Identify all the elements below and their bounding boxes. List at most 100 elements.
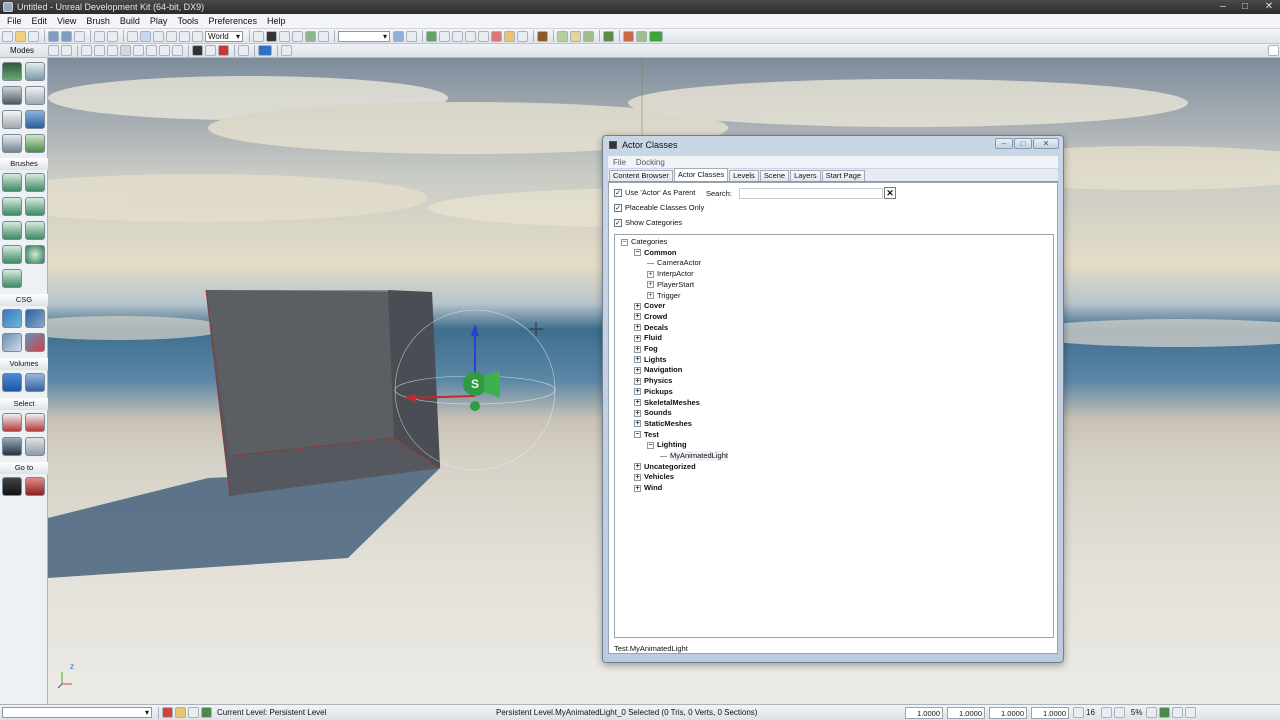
search-combo[interactable]: ▾	[338, 30, 390, 42]
show-flags-icon[interactable]	[205, 45, 216, 56]
build-paths-icon[interactable]	[465, 30, 476, 42]
tab-scene[interactable]: Scene	[759, 170, 790, 181]
tree-item[interactable]: + Crowd	[634, 312, 667, 322]
linear-stair-brush-button[interactable]	[2, 221, 22, 240]
search-input[interactable]	[739, 188, 883, 199]
drag-scale-y-field[interactable]: 1.0000	[947, 706, 985, 719]
brush-outline-icon[interactable]	[94, 45, 105, 56]
expand-icon[interactable]: +	[634, 377, 641, 385]
camera-mode-button[interactable]	[2, 62, 22, 81]
expand-icon[interactable]: +	[634, 399, 641, 406]
tab-layers[interactable]: Layers	[790, 170, 821, 181]
expand-icon[interactable]: +	[647, 281, 654, 289]
console-icon[interactable]	[603, 30, 614, 42]
brush-cube-icon[interactable]	[81, 45, 92, 56]
rotate-mode-icon[interactable]	[153, 30, 164, 42]
open-icon[interactable]	[15, 30, 26, 42]
realtime-icon[interactable]	[393, 30, 404, 42]
expand-icon[interactable]: +	[647, 270, 654, 278]
expand-icon[interactable]: +	[647, 292, 654, 299]
expand-icon[interactable]: +	[634, 420, 641, 428]
maximize-viewport-icon[interactable]	[238, 45, 249, 56]
tree-item[interactable]: + Uncategorized	[634, 462, 696, 472]
game-view-icon[interactable]	[192, 45, 203, 56]
placeable-classes-only-checkbox[interactable]: ✓	[614, 203, 622, 212]
menu-view[interactable]: View	[52, 14, 81, 29]
tree-item[interactable]: − Lighting	[647, 440, 687, 450]
translate-mode-icon[interactable]	[140, 30, 151, 42]
spiral-stair-brush-button[interactable]	[2, 245, 22, 264]
add-volume-button[interactable]	[2, 373, 22, 392]
build-geometry-icon[interactable]	[426, 30, 437, 42]
undo-icon[interactable]	[94, 30, 105, 42]
tree-item[interactable]: + Wind	[634, 483, 662, 493]
tree-item[interactable]: + Pickups	[634, 387, 673, 397]
move-mode-button[interactable]	[25, 86, 45, 105]
detail-lighting-icon[interactable]	[159, 45, 170, 56]
rotation-grid-icon[interactable]	[175, 707, 186, 718]
csg-intersect-button[interactable]	[2, 333, 22, 352]
redo-icon[interactable]	[107, 30, 118, 42]
save-all-icon[interactable]	[61, 30, 72, 42]
build-all-icon[interactable]	[491, 30, 502, 42]
statusbar-menu-icon[interactable]	[1185, 707, 1197, 718]
tree-item[interactable]: − Test	[634, 430, 659, 440]
tree-item[interactable]: + Fog	[634, 344, 658, 354]
tree-item[interactable]: + PlayerStart	[647, 280, 694, 290]
viewport-options-icon[interactable]	[1268, 45, 1279, 56]
use-actor-as-parent-checkbox[interactable]: ✓	[614, 188, 622, 197]
tree-item[interactable]: + Trigger	[647, 291, 680, 301]
foliage-mode-button[interactable]	[25, 134, 45, 153]
tree-item[interactable]: MyAnimatedLight	[660, 451, 728, 461]
save-current-level-icon[interactable]	[74, 30, 85, 42]
level-icon[interactable]	[201, 707, 212, 718]
collapse-icon[interactable]: −	[647, 441, 654, 449]
drag-scale-z-field[interactable]: 1.0000	[989, 706, 1027, 719]
tree-item[interactable]: + StaticMeshes	[634, 419, 692, 429]
package-icon[interactable]	[537, 30, 548, 42]
expand-icon[interactable]: +	[634, 366, 641, 374]
tree-item[interactable]: + Physics	[634, 376, 672, 386]
show-selected-button[interactable]	[2, 413, 22, 432]
win-menu-docking[interactable]: Docking	[631, 158, 670, 167]
close-icon[interactable]: ✕	[1262, 1, 1276, 12]
menu-edit[interactable]: Edit	[27, 14, 53, 29]
play-icon[interactable]	[649, 30, 663, 42]
geometry-mode-button[interactable]	[25, 62, 45, 81]
menu-tools[interactable]: Tools	[172, 14, 203, 29]
tab-actor-classes[interactable]: Actor Classes	[673, 168, 729, 181]
tree-item[interactable]: CameraActor	[647, 258, 701, 268]
lighting-only-icon[interactable]	[172, 45, 183, 56]
wireframe-icon[interactable]	[120, 45, 131, 56]
curved-stair-brush-button[interactable]	[2, 197, 22, 216]
launch-icon[interactable]	[636, 30, 647, 42]
cone-brush-button[interactable]	[25, 173, 45, 192]
minimize-icon[interactable]: –	[1216, 1, 1230, 12]
menu-file[interactable]: File	[2, 14, 27, 29]
coordinate-system-select[interactable]: World ▾	[205, 30, 243, 42]
brush-sphere-icon[interactable]	[107, 45, 118, 56]
lit-icon[interactable]	[146, 45, 157, 56]
tab-levels[interactable]: Levels	[729, 170, 759, 181]
sphere-brush-button[interactable]	[25, 245, 45, 264]
generic-browser-icon[interactable]	[318, 30, 329, 42]
expand-icon[interactable]: +	[634, 463, 641, 471]
build-lighting-icon[interactable]	[452, 30, 463, 42]
tree-item[interactable]: + Vehicles	[634, 472, 674, 482]
expand-icon[interactable]: +	[634, 334, 641, 342]
volume-options-button[interactable]	[25, 373, 45, 392]
wall-mesh[interactable]	[205, 289, 441, 497]
visibility-icon[interactable]	[439, 30, 450, 42]
rotation-snap-icon[interactable]	[1100, 707, 1112, 718]
class-tree[interactable]: − Categories − Common CameraActor + InterpActo…	[614, 234, 1054, 638]
cylinder-brush-button[interactable]	[25, 197, 45, 216]
show-categories-option[interactable]: ✓ Show Categories	[614, 217, 682, 228]
show-categories-checkbox[interactable]: ✓	[614, 218, 622, 227]
source-control-icon[interactable]	[1172, 707, 1184, 718]
tree-item[interactable]: + Navigation	[634, 365, 682, 375]
expand-icon[interactable]: +	[634, 313, 641, 321]
tree-item[interactable]: + Sounds	[634, 408, 672, 418]
binoculars-icon[interactable]	[253, 30, 264, 42]
unlit-icon[interactable]	[133, 45, 144, 56]
csg-deintersect-button[interactable]	[25, 333, 45, 352]
